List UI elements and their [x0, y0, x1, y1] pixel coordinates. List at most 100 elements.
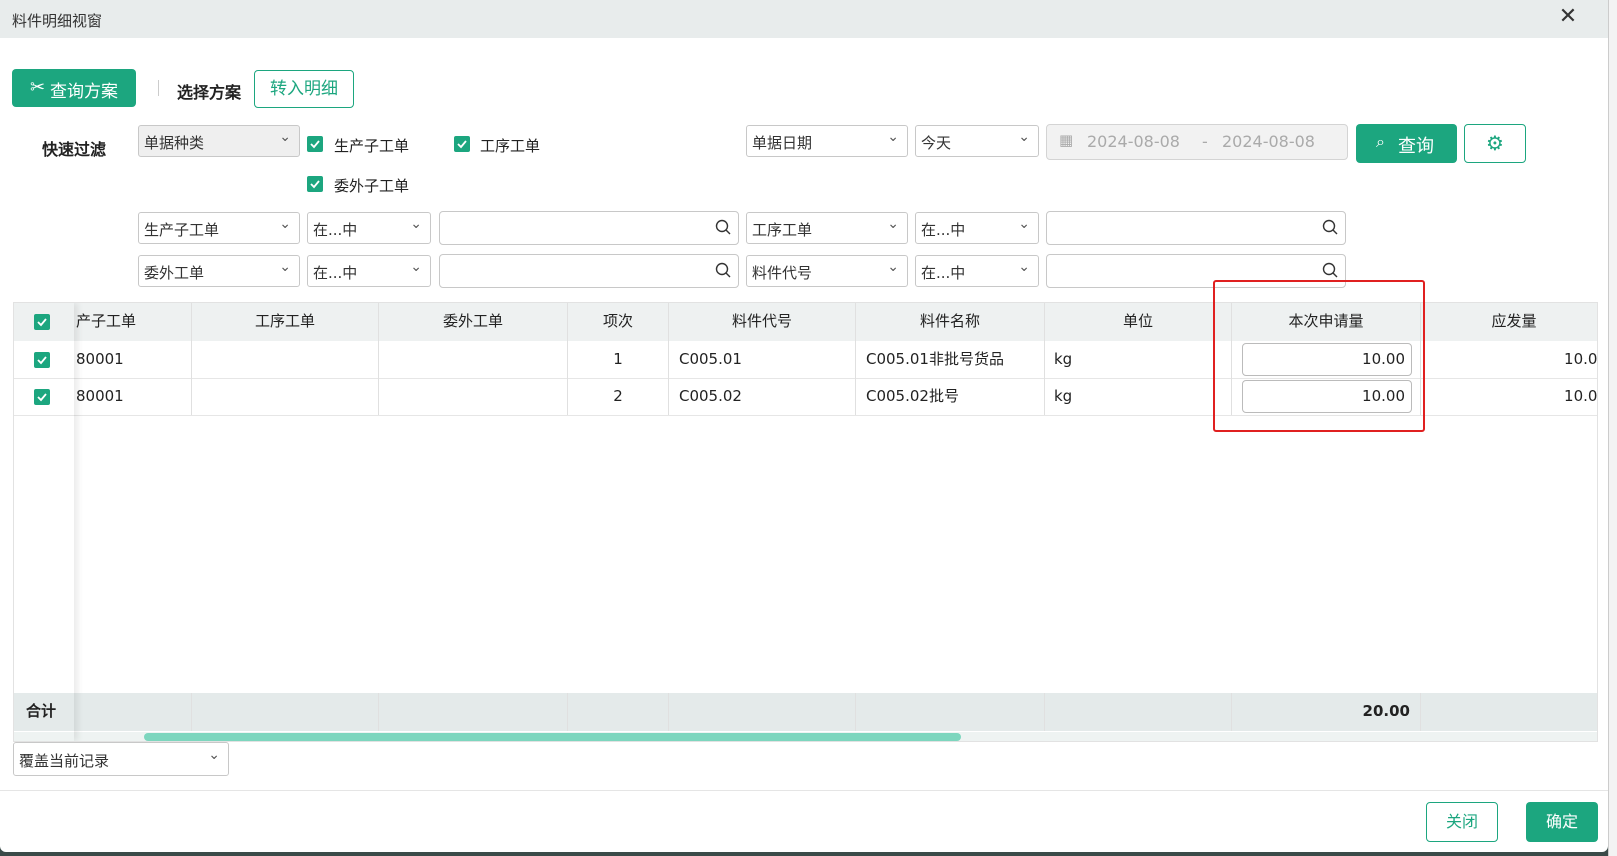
condition-op-2a[interactable]: 在...中 ⌄: [307, 255, 431, 287]
chevron-down-icon: ⌄: [887, 259, 899, 275]
date-to: 2024-08-08: [1222, 132, 1315, 151]
query-scheme-button[interactable]: ✂ 查询方案: [12, 69, 136, 107]
horizontal-scrollbar[interactable]: [14, 732, 1597, 741]
check-label-production-suborder: 生产子工单: [334, 137, 410, 155]
col-divider: [1420, 693, 1421, 731]
cell-seq: 1: [613, 350, 623, 368]
gear-icon: ⚙: [1486, 131, 1504, 155]
col-code[interactable]: 料件代号: [669, 303, 855, 340]
chevron-down-icon: ⌄: [279, 129, 291, 145]
total-row: 合计 20.00: [14, 693, 1597, 731]
date-field-select[interactable]: 单据日期 ⌄: [746, 125, 908, 157]
condition-op-1b[interactable]: 在...中 ⌄: [915, 212, 1039, 244]
chevron-down-icon: ⌄: [279, 259, 291, 275]
search-icon[interactable]: [1321, 261, 1339, 279]
transfer-detail-label: 转入明细: [270, 79, 338, 99]
quick-filter-label: 快速过滤: [42, 140, 107, 159]
col-divider: [668, 303, 669, 415]
condition-field-1b[interactable]: 工序工单 ⌄: [746, 212, 908, 244]
calendar-icon: ▦: [1059, 131, 1074, 149]
col-divider: [567, 303, 568, 415]
cell-process: [192, 378, 378, 415]
doc-type-select[interactable]: 单据种类 ⌄: [138, 125, 300, 157]
search-icon[interactable]: [714, 261, 732, 279]
col-name[interactable]: 料件名称: [856, 303, 1044, 340]
scrollbar-thumb[interactable]: [144, 733, 961, 741]
date-range-input[interactable]: ▦ 2024-08-08 - 2024-08-08: [1046, 124, 1348, 160]
col-due[interactable]: 应发量: [1421, 303, 1597, 340]
condition-value-1a[interactable]: [439, 211, 739, 245]
row-checkbox[interactable]: [34, 389, 50, 405]
col-divider: [378, 693, 379, 731]
col-divider: [378, 303, 379, 415]
chevron-down-icon: ⌄: [410, 216, 422, 232]
confirm-button[interactable]: 确定: [1526, 802, 1598, 842]
col-divider: [1044, 303, 1045, 415]
cell-outsource: [379, 378, 567, 415]
background-window-edge: [1608, 0, 1617, 856]
col-divider: [855, 303, 856, 415]
col-divider: [191, 693, 192, 731]
select-all-checkbox[interactable]: [34, 314, 50, 330]
cell-code: C005.01: [679, 350, 742, 368]
overwrite-mode-value: 覆盖当前记录: [19, 752, 110, 770]
condition-op-value: 在...中: [313, 221, 358, 239]
col-outsource[interactable]: 委外工单: [379, 303, 567, 340]
condition-field-2a[interactable]: 委外工单 ⌄: [138, 255, 300, 287]
highlight-box: [1213, 280, 1425, 432]
col-unit[interactable]: 单位: [1045, 303, 1231, 340]
chevron-down-icon: ⌄: [410, 259, 422, 275]
col-process[interactable]: 工序工单: [192, 303, 378, 340]
settings-button[interactable]: ⚙: [1464, 124, 1526, 163]
total-qty: 20.00: [1362, 702, 1410, 720]
cell-unit: kg: [1054, 350, 1073, 368]
chevron-down-icon: ⌄: [279, 216, 291, 232]
condition-field-1a[interactable]: 生产子工单 ⌄: [138, 212, 300, 244]
search-icon[interactable]: [1321, 218, 1339, 236]
search-button[interactable]: ⌕ 查询: [1356, 124, 1457, 163]
material-detail-dialog: 料件明细视窗 ✕ ✂ 查询方案 选择方案 转入明细 快速过滤 单据种类 ⌄ 生产…: [0, 0, 1608, 852]
condition-op-1a[interactable]: 在...中 ⌄: [307, 212, 431, 244]
window-title: 料件明细视窗: [12, 12, 103, 30]
checkbox-production-suborder[interactable]: [307, 136, 323, 152]
cell-name: C005.02批号: [866, 387, 959, 405]
close-icon[interactable]: ✕: [1556, 6, 1580, 30]
date-range-value: 今天: [921, 134, 952, 152]
condition-field-2b[interactable]: 料件代号 ⌄: [746, 255, 908, 287]
condition-value-2a[interactable]: [439, 254, 739, 288]
check-label-process-order: 工序工单: [480, 137, 541, 155]
col-seq[interactable]: 项次: [568, 303, 668, 340]
close-label: 关闭: [1445, 812, 1478, 831]
condition-value-1b[interactable]: [1046, 211, 1346, 245]
cell-seq: 2: [613, 387, 623, 405]
check-label-outsource-suborder: 委外子工单: [334, 177, 410, 195]
overwrite-mode-select[interactable]: 覆盖当前记录 ⌄: [13, 742, 229, 776]
title-bar: 料件明细视窗 ✕: [0, 0, 1608, 38]
date-range-select[interactable]: 今天 ⌄: [915, 125, 1039, 157]
date-separator: -: [1202, 132, 1208, 151]
row-checkbox[interactable]: [34, 352, 50, 368]
close-button[interactable]: 关闭: [1426, 802, 1498, 842]
condition-op-value: 在...中: [313, 264, 358, 282]
col-divider: [567, 693, 568, 731]
condition-field-value: 工序工单: [752, 221, 813, 239]
condition-op-2b[interactable]: 在...中 ⌄: [915, 255, 1039, 287]
select-scheme-label[interactable]: 选择方案: [177, 79, 241, 103]
checkbox-outsource-suborder[interactable]: [307, 176, 323, 192]
footer-divider: [0, 790, 1608, 791]
search-label: 查询: [1398, 136, 1434, 157]
chevron-down-icon: ⌄: [887, 129, 899, 145]
chevron-down-icon: ⌄: [208, 747, 220, 763]
cell-unit: kg: [1054, 387, 1073, 405]
date-field-value: 单据日期: [752, 134, 813, 152]
condition-field-value: 料件代号: [752, 264, 813, 282]
cell-due: 10.00: [1564, 350, 1598, 368]
doc-type-value: 单据种类: [144, 134, 205, 152]
checkbox-process-order[interactable]: [454, 136, 470, 152]
condition-field-value: 生产子工单: [144, 221, 220, 239]
divider: [158, 80, 159, 96]
search-icon: ⌕: [1376, 132, 1385, 151]
transfer-detail-button[interactable]: 转入明细: [254, 70, 354, 108]
search-icon[interactable]: [714, 218, 732, 236]
col-order[interactable]: 产子工单: [76, 303, 186, 340]
